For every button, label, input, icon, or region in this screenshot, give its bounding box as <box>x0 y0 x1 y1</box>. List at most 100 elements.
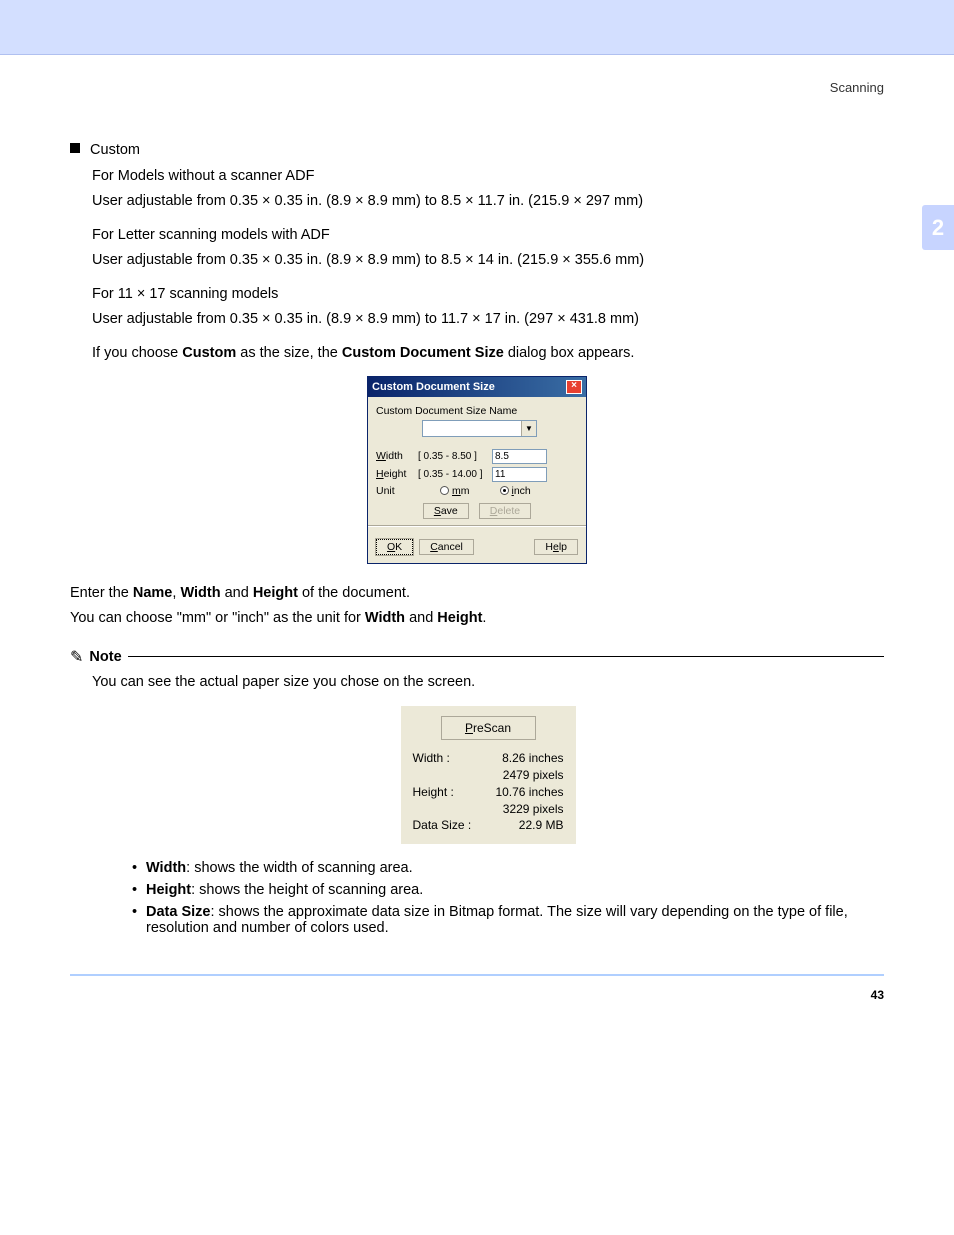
top-banner <box>0 0 954 55</box>
dialog-title: Custom Document Size <box>372 381 495 393</box>
dialog-button-row: OK Cancel Help <box>368 539 586 563</box>
ledger-text: User adjustable from 0.35 × 0.35 in. (8.… <box>92 310 884 330</box>
note-label: Note <box>89 649 121 665</box>
text: : shows the height of scanning area. <box>191 882 423 898</box>
width-input[interactable] <box>492 449 547 464</box>
custom-size-dialog: Custom Document Size × Custom Document S… <box>367 376 587 564</box>
bold: Width <box>180 585 220 601</box>
bold: Height <box>253 585 298 601</box>
text: dialog box appears. <box>504 345 635 361</box>
text: If you choose <box>92 345 182 361</box>
close-button[interactable]: × <box>566 380 582 394</box>
bold: Width <box>146 860 186 876</box>
bold-custom: Custom <box>182 345 236 361</box>
model-letter: For Letter scanning models with ADF User… <box>92 226 884 271</box>
height-row: Height [ 0.35 - 14.00 ] <box>376 467 578 482</box>
letter-title: For Letter scanning models with ADF <box>92 226 884 246</box>
chevron-down-icon: ▼ <box>521 421 536 436</box>
text: You can choose "mm" or "inch" as the uni… <box>70 610 365 626</box>
chapter-number: 2 <box>932 215 944 241</box>
rule <box>128 656 884 657</box>
width-range: [ 0.35 - 8.50 ] <box>418 451 488 462</box>
noadf-title: For Models without a scanner ADF <box>92 167 884 187</box>
unit-mm-radio[interactable]: mm <box>440 485 470 497</box>
list-item: Height: shows the height of scanning are… <box>132 882 884 898</box>
save-button[interactable]: Save <box>423 503 469 519</box>
text: : shows the approximate data size in Bit… <box>146 904 848 936</box>
name-dropdown[interactable]: ▼ <box>422 420 537 437</box>
bold: Height <box>146 882 191 898</box>
text: and <box>221 585 253 601</box>
height-range: [ 0.35 - 14.00 ] <box>418 469 488 480</box>
square-bullet-icon <box>70 143 80 153</box>
choose-custom-text: If you choose Custom as the size, the Cu… <box>92 344 884 364</box>
height-input[interactable] <box>492 467 547 482</box>
save-delete-row: Save Delete <box>376 503 578 519</box>
prescan-panel: PreScan Width : 8.26 inches 2479 pixels … <box>401 706 576 844</box>
page-header: Scanning 2 <box>0 55 954 105</box>
width-row: Width [ 0.35 - 8.50 ] <box>376 449 578 464</box>
prescan-button[interactable]: PreScan <box>441 716 536 740</box>
definition-list: Width: shows the width of scanning area.… <box>132 860 884 936</box>
radio-icon <box>500 486 509 495</box>
bold: Height <box>437 610 482 626</box>
section-name: Scanning <box>830 80 884 95</box>
chapter-tab: 2 <box>922 205 954 250</box>
text: : shows the width of scanning area. <box>186 860 413 876</box>
page-number: 43 <box>0 976 954 1042</box>
ledger-title: For 11 × 17 scanning models <box>92 285 884 305</box>
pencil-note-icon: ✎ <box>70 647 83 667</box>
text: of the document. <box>298 585 410 601</box>
dialog-titlebar: Custom Document Size × <box>368 377 586 397</box>
help-button[interactable]: Help <box>534 539 578 555</box>
name-row: ▼ <box>376 420 578 437</box>
list-item: Width: shows the width of scanning area. <box>132 860 884 876</box>
text: as the size, the <box>236 345 342 361</box>
custom-heading: Custom <box>70 141 884 161</box>
note-text: You can see the actual paper size you ch… <box>92 673 884 693</box>
unit-choice-text: You can choose "mm" or "inch" as the uni… <box>70 609 884 629</box>
dialog-body: Custom Document Size Name ▼ Width [ 0.35… <box>368 397 586 539</box>
unit-inch-radio[interactable]: inch <box>500 485 531 497</box>
bold: Data Size <box>146 904 210 920</box>
note-heading: ✎ Note <box>70 647 884 667</box>
height-label: Height : <box>413 784 454 801</box>
height-label: Height <box>376 468 414 480</box>
unit-row: Unit mm inch <box>376 485 578 497</box>
text: Custom Document Size Name <box>376 405 517 417</box>
bold-cds: Custom Document Size <box>342 345 504 361</box>
width-value: 8.26 inches <box>502 750 563 767</box>
name-label: Custom Document Size Name <box>376 405 578 417</box>
prescan-figure: PreScan Width : 8.26 inches 2479 pixels … <box>92 706 884 844</box>
width-pixels: 2479 pixels <box>413 767 564 784</box>
prescan-datasize-row: Data Size : 22.9 MB <box>413 817 564 834</box>
model-ledger: For 11 × 17 scanning models User adjusta… <box>92 285 884 330</box>
height-value: 10.76 inches <box>495 784 563 801</box>
datasize-value: 22.9 MB <box>519 817 564 834</box>
custom-title: Custom <box>90 142 140 158</box>
width-label: Width <box>376 450 414 462</box>
text: and <box>405 610 437 626</box>
height-pixels: 3229 pixels <box>413 801 564 818</box>
datasize-label: Data Size : <box>413 817 472 834</box>
dialog-figure: Custom Document Size × Custom Document S… <box>70 376 884 564</box>
letter-text: User adjustable from 0.35 × 0.35 in. (8.… <box>92 251 884 271</box>
ok-button[interactable]: OK <box>376 539 413 555</box>
delete-button[interactable]: Delete <box>479 503 531 519</box>
model-noadf: For Models without a scanner ADF User ad… <box>92 167 884 212</box>
noadf-text: User adjustable from 0.35 × 0.35 in. (8.… <box>92 192 884 212</box>
page-content: Custom For Models without a scanner ADF … <box>0 105 954 964</box>
list-item: Data Size: shows the approximate data si… <box>132 904 884 936</box>
prescan-height-row: Height : 10.76 inches <box>413 784 564 801</box>
note-body: You can see the actual paper size you ch… <box>92 673 884 937</box>
prescan-width-row: Width : 8.26 inches <box>413 750 564 767</box>
width-label: Width : <box>413 750 450 767</box>
enter-name-text: Enter the Name, Width and Height of the … <box>70 584 884 604</box>
bold: Width <box>365 610 405 626</box>
separator <box>368 525 586 527</box>
text: . <box>482 610 486 626</box>
cancel-button[interactable]: Cancel <box>419 539 474 555</box>
bold: Name <box>133 585 173 601</box>
text: Enter the <box>70 585 133 601</box>
radio-icon <box>440 486 449 495</box>
